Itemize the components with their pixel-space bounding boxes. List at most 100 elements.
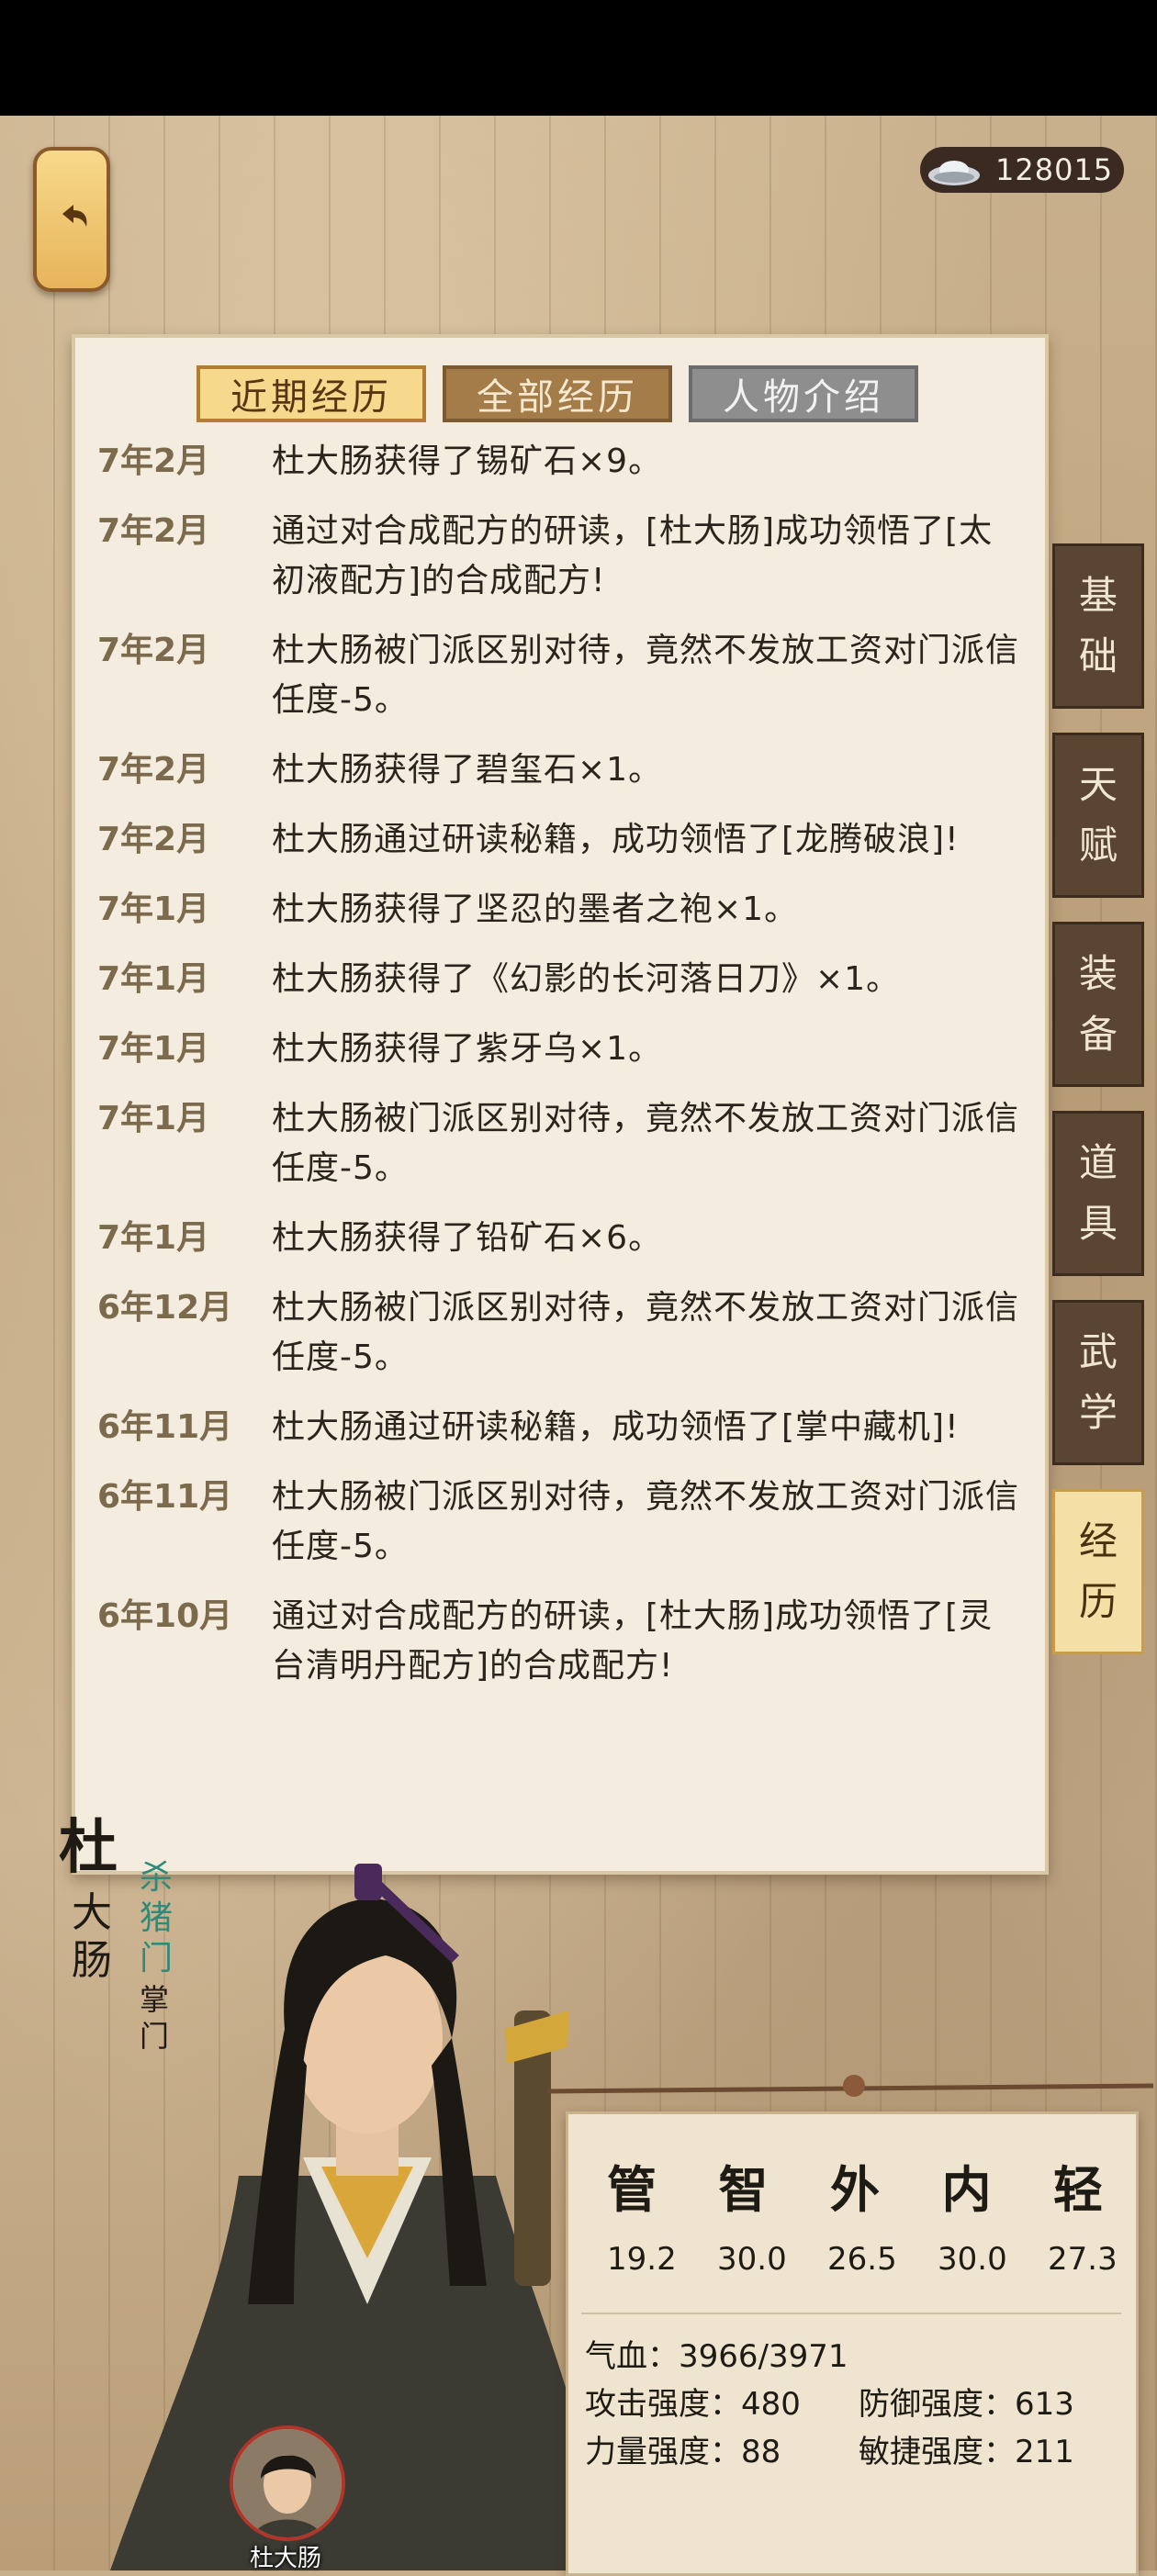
entry-date: 7年1月 bbox=[97, 890, 210, 928]
hp-value: 3966/3971 bbox=[679, 2338, 848, 2375]
character-given-name: 大 肠 bbox=[72, 1889, 119, 1985]
list-item: 6年10月 通过对合成配方的研读，[杜大肠]成功领悟了[灵台清明丹配方]的合成配方… bbox=[97, 1592, 1025, 1691]
list-item: 7年2月 杜大肠获得了锡矿石×9。 bbox=[97, 437, 1025, 487]
side-tab-char: 赋 bbox=[1078, 823, 1118, 868]
entry-date: 7年1月 bbox=[97, 1100, 210, 1137]
stat-value: 19.2 bbox=[607, 2241, 677, 2278]
status-bar bbox=[0, 0, 1157, 116]
back-button[interactable] bbox=[33, 147, 110, 292]
side-tab-char: 历 bbox=[1078, 1579, 1118, 1624]
agility-value: 211 bbox=[1015, 2434, 1074, 2470]
entry-text: 通过对合成配方的研读，[杜大肠]成功领悟了[太初液配方]的合成配方! bbox=[272, 512, 994, 599]
sect-char: 杀 bbox=[140, 1859, 174, 1897]
stat-header: 外 bbox=[830, 2161, 880, 2219]
list-item: 7年2月 杜大肠通过研读秘籍，成功领悟了[龙腾破浪]! bbox=[97, 815, 1025, 865]
scroll-rod bbox=[547, 2075, 1153, 2097]
entry-date: 6年12月 bbox=[97, 1289, 233, 1327]
side-tab-talent[interactable]: 天赋 bbox=[1052, 733, 1144, 898]
side-tab-char: 学 bbox=[1078, 1390, 1118, 1435]
stat-header: 管 bbox=[607, 2161, 657, 2219]
avatar-name: 杜大肠 bbox=[249, 2545, 321, 2572]
hp-row: 气血：3966/3971 bbox=[585, 2331, 848, 2376]
side-tab-char: 装 bbox=[1078, 951, 1118, 996]
strength-label: 力量强度： bbox=[585, 2434, 741, 2470]
tab-recent[interactable]: 近期经历 bbox=[197, 365, 426, 422]
entry-date: 6年11月 bbox=[97, 1408, 233, 1446]
entry-date: 7年2月 bbox=[97, 751, 210, 789]
entry-text: 杜大肠获得了坚忍的墨者之袍×1。 bbox=[272, 890, 799, 928]
list-item: 7年2月 杜大肠获得了碧玺石×1。 bbox=[97, 745, 1025, 795]
side-tab-char: 道 bbox=[1078, 1140, 1118, 1185]
list-item: 7年1月 杜大肠获得了坚忍的墨者之袍×1。 bbox=[97, 885, 1025, 935]
entry-text: 杜大肠被门派区别对待，竟然不发放工资对门派信任度-5。 bbox=[272, 1289, 1020, 1376]
currency-amount: 128015 bbox=[995, 152, 1114, 187]
entry-text: 杜大肠被门派区别对待，竟然不发放工资对门派信任度-5。 bbox=[272, 632, 1020, 719]
defense-label: 防御强度： bbox=[859, 2386, 1015, 2423]
sect-char: 门 bbox=[140, 1940, 174, 1977]
list-item: 7年1月 杜大肠获得了《幻影的长河落日刀》×1。 bbox=[97, 955, 1025, 1004]
history-panel: 近期经历 全部经历 人物介绍 7年2月 杜大肠获得了锡矿石×9。 7年2月 通过对合… bbox=[72, 334, 1049, 1875]
entry-text: 杜大肠被门派区别对待，竟然不发放工资对门派信任度-5。 bbox=[272, 1478, 1020, 1565]
list-item: 7年2月 杜大肠被门派区别对待，竟然不发放工资对门派信任度-5。 bbox=[97, 626, 1025, 725]
defense-value: 613 bbox=[1015, 2386, 1074, 2423]
attack-row: 攻击强度：480 bbox=[585, 2379, 801, 2424]
character-surname: 杜 bbox=[59, 1814, 118, 1882]
entry-date: 6年11月 bbox=[97, 1478, 233, 1516]
entry-date: 7年1月 bbox=[97, 960, 210, 998]
list-item: 7年2月 通过对合成配方的研读，[杜大肠]成功领悟了[太初液配方]的合成配方! bbox=[97, 507, 1025, 606]
attack-value: 480 bbox=[741, 2386, 801, 2423]
side-tab-char: 经 bbox=[1078, 1518, 1118, 1563]
given-name-char: 肠 bbox=[72, 1937, 112, 1984]
history-tabs: 近期经历 全部经历 人物介绍 bbox=[197, 365, 918, 422]
side-tab-martial-arts[interactable]: 武学 bbox=[1052, 1300, 1144, 1465]
entry-date: 6年10月 bbox=[97, 1597, 233, 1635]
stat-value: 30.0 bbox=[938, 2241, 1007, 2278]
entry-text: 杜大肠获得了碧玺石×1。 bbox=[272, 751, 663, 789]
stat-value: 30.0 bbox=[717, 2241, 787, 2278]
strength-value: 88 bbox=[741, 2434, 781, 2470]
side-tab-history[interactable]: 经历 bbox=[1052, 1489, 1144, 1654]
rank-char: 掌 bbox=[140, 1982, 170, 2017]
stat-header: 内 bbox=[941, 2161, 992, 2219]
entry-date: 7年2月 bbox=[97, 632, 210, 669]
avatar-face-icon bbox=[233, 2429, 342, 2537]
side-tab-char: 具 bbox=[1078, 1201, 1118, 1246]
divider bbox=[581, 2313, 1121, 2314]
stat-value: 27.3 bbox=[1048, 2241, 1118, 2278]
silver-ingot-icon bbox=[928, 161, 980, 185]
side-tab-char: 武 bbox=[1078, 1329, 1118, 1374]
stat-value: 26.5 bbox=[827, 2241, 897, 2278]
entry-text: 杜大肠获得了锡矿石×9。 bbox=[272, 442, 663, 480]
history-list[interactable]: 7年2月 杜大肠获得了锡矿石×9。 7年2月 通过对合成配方的研读，[杜大肠]成功领… bbox=[97, 437, 1025, 1711]
side-tab-items[interactable]: 道具 bbox=[1052, 1111, 1144, 1276]
given-name-char: 大 bbox=[72, 1889, 112, 1936]
stat-values: 19.2 30.0 26.5 30.0 27.3 bbox=[607, 2241, 1118, 2278]
avatar[interactable] bbox=[230, 2425, 345, 2541]
rank-char: 门 bbox=[140, 2019, 170, 2054]
entry-text: 杜大肠获得了《幻影的长河落日刀》×1。 bbox=[272, 960, 901, 998]
entry-date: 7年2月 bbox=[97, 512, 210, 550]
stats-panel: 管 智 外 内 轻 19.2 30.0 26.5 30.0 27.3 气血：39… bbox=[566, 2111, 1139, 2576]
attack-label: 攻击强度： bbox=[585, 2386, 741, 2423]
stat-header: 轻 bbox=[1053, 2161, 1103, 2219]
side-tab-basics[interactable]: 基础 bbox=[1052, 543, 1144, 709]
list-item: 6年11月 杜大肠被门派区别对待，竟然不发放工资对门派信任度-5。 bbox=[97, 1473, 1025, 1572]
side-tab-equipment[interactable]: 装备 bbox=[1052, 922, 1144, 1087]
tab-all[interactable]: 全部经历 bbox=[443, 365, 672, 422]
entry-date: 7年1月 bbox=[97, 1219, 210, 1257]
entry-text: 杜大肠被门派区别对待，竟然不发放工资对门派信任度-5。 bbox=[272, 1100, 1020, 1187]
entry-text: 杜大肠通过研读秘籍，成功领悟了[掌中藏机]! bbox=[272, 1408, 960, 1446]
entry-date: 7年2月 bbox=[97, 442, 210, 480]
entry-text: 杜大肠获得了铅矿石×6。 bbox=[272, 1219, 663, 1257]
character-portrait bbox=[110, 1864, 606, 2570]
side-tab-char: 天 bbox=[1078, 762, 1118, 807]
list-item: 6年11月 杜大肠通过研读秘籍，成功领悟了[掌中藏机]! bbox=[97, 1403, 1025, 1452]
tab-profile[interactable]: 人物介绍 bbox=[689, 365, 918, 422]
sect-char: 猪 bbox=[140, 1899, 174, 1937]
entry-date: 7年1月 bbox=[97, 1030, 210, 1068]
sect-name: 杀 猪 门 bbox=[140, 1858, 180, 1979]
list-item: 7年1月 杜大肠获得了紫牙乌×1。 bbox=[97, 1025, 1025, 1074]
currency-display: 128015 bbox=[920, 147, 1124, 193]
defense-row: 防御强度：613 bbox=[859, 2379, 1074, 2424]
sect-rank: 掌 门 bbox=[140, 1981, 176, 2055]
